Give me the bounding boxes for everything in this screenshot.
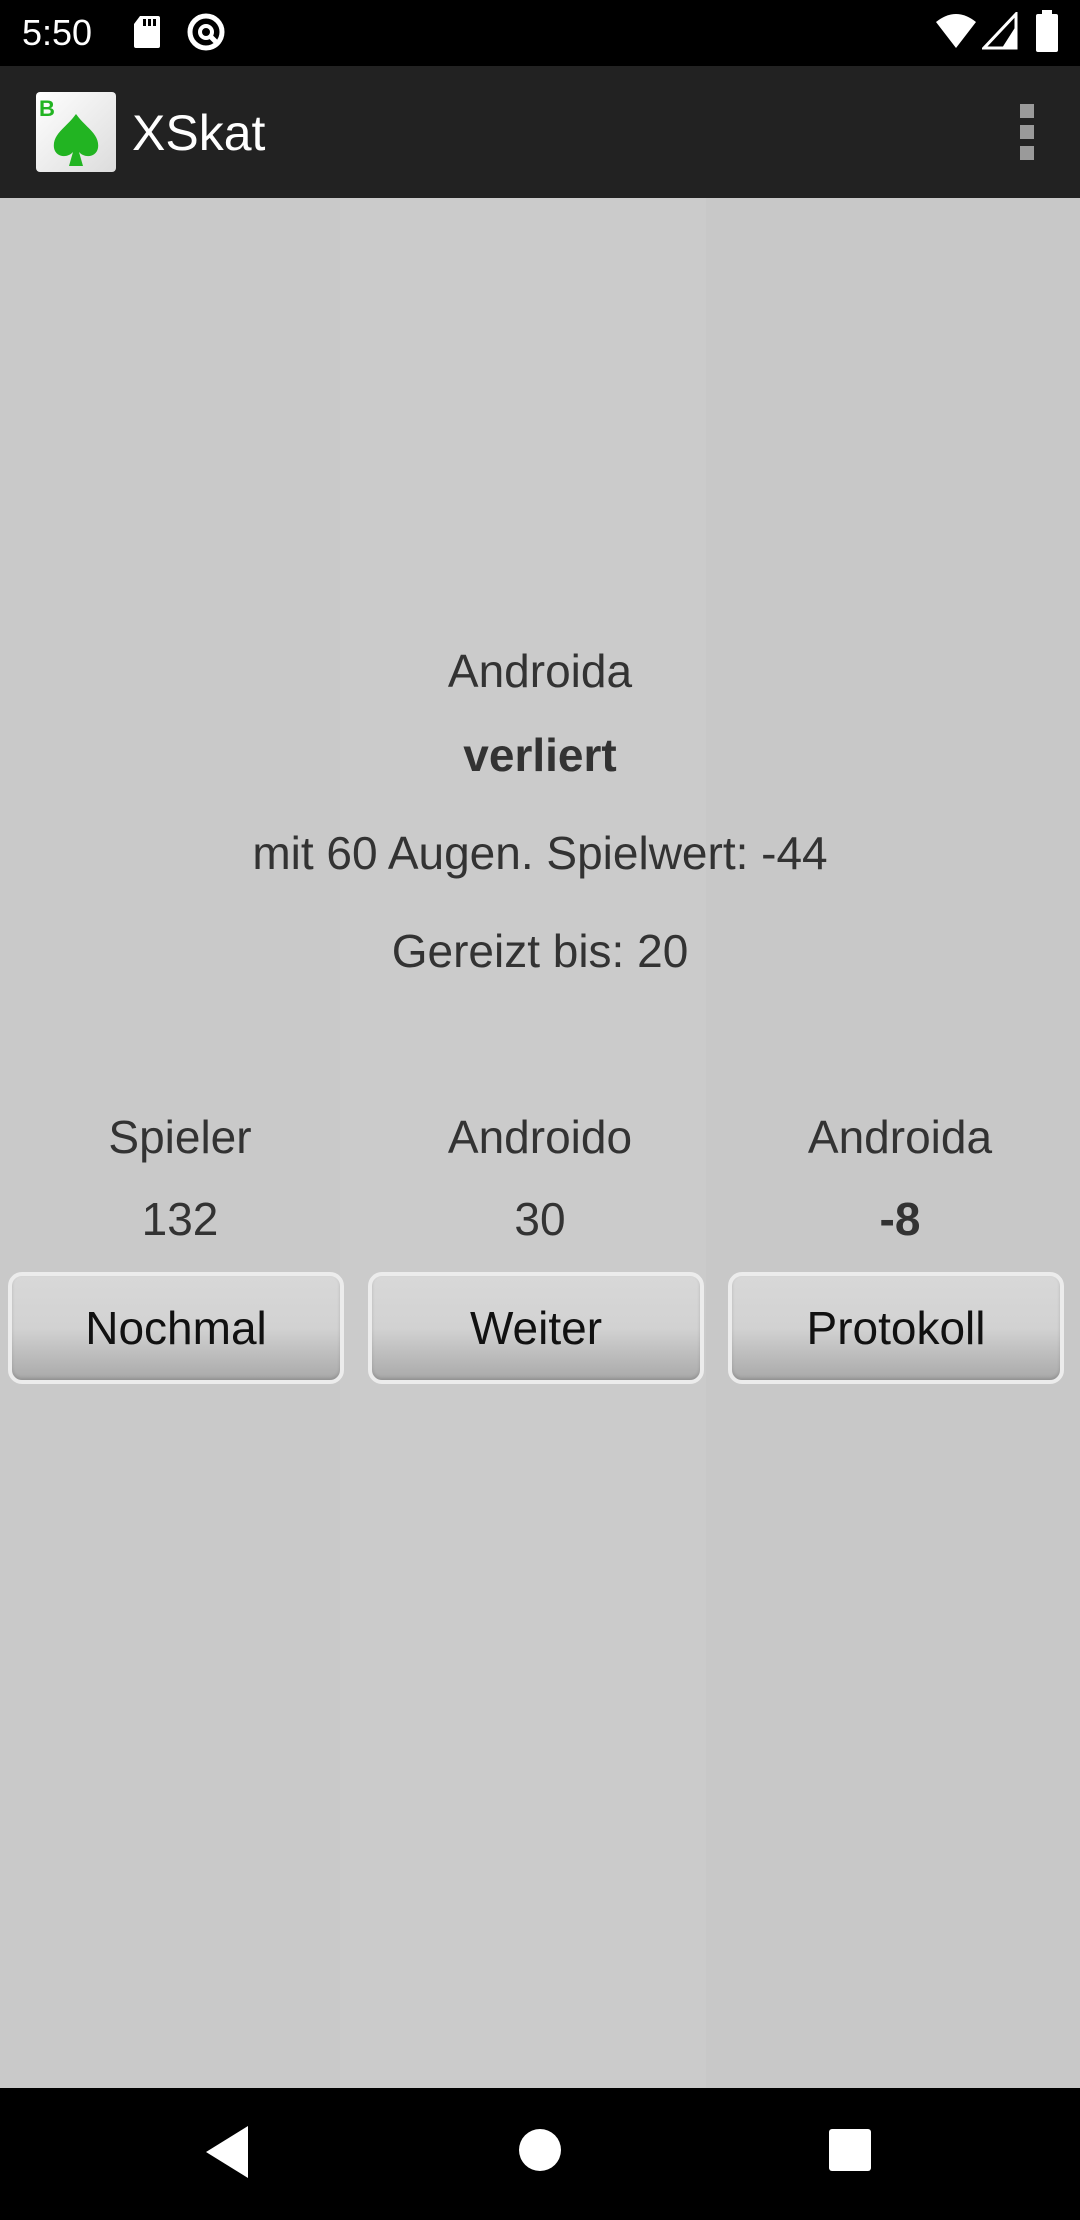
sd-card-icon: [132, 14, 162, 55]
battery-icon: [1036, 10, 1058, 57]
player-score: -8: [879, 1193, 921, 1245]
spade-logo-icon: B: [36, 92, 116, 172]
again-button[interactable]: Nochmal: [8, 1272, 344, 1384]
status-time: 5:50: [22, 12, 93, 53]
declarer-name: Androida: [447, 645, 633, 697]
app-bar: B XSkat: [0, 66, 1080, 198]
overflow-menu-icon[interactable]: [1006, 102, 1050, 162]
back-icon[interactable]: [204, 2124, 250, 2185]
wifi-icon: [934, 12, 978, 55]
bid-value: Gereizt bis: 20: [391, 925, 689, 977]
home-icon[interactable]: [518, 2128, 562, 2177]
game-details: mit 60 Augen. Spielwert: -44: [252, 827, 828, 879]
player-score: 30: [514, 1193, 566, 1245]
navigation-bar: [0, 2088, 1080, 2220]
app-title: XSkat: [132, 105, 266, 161]
signal-icon: [980, 10, 1018, 55]
next-button[interactable]: Weiter: [368, 1272, 704, 1384]
vpn-key-icon: [186, 12, 226, 57]
player-score: 132: [141, 1193, 219, 1245]
recents-icon[interactable]: [828, 2128, 872, 2177]
status-bar: 5:50: [0, 0, 1080, 66]
svg-text:B: B: [39, 96, 55, 121]
game-result-panel: Androida verliert mit 60 Augen. Spielwer…: [0, 198, 1080, 2088]
game-outcome: verliert: [463, 729, 617, 781]
log-button[interactable]: Protokoll: [728, 1272, 1064, 1384]
player-name: Spieler: [108, 1111, 252, 1163]
player-name: Androida: [807, 1111, 993, 1163]
player-name: Androido: [447, 1111, 633, 1163]
